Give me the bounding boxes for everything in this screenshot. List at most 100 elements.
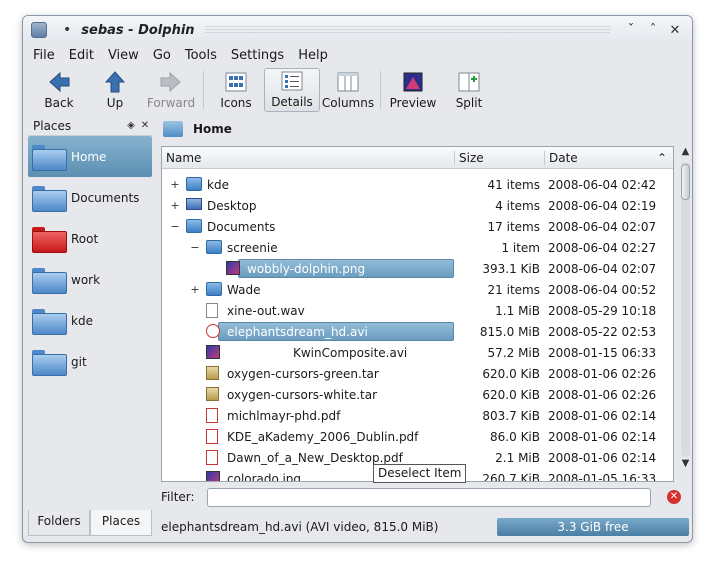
columns-view-button[interactable]: Columns	[320, 68, 376, 112]
up-arrow-icon	[104, 71, 126, 93]
menu-tools[interactable]: Tools	[185, 48, 217, 63]
file-list[interactable]: Name Size Date ⌃ + kde 41 items 2008-06-04 …	[161, 146, 674, 482]
name-cell[interactable]: michlmayr-phd.pdf	[162, 405, 454, 426]
menu-edit[interactable]: Edit	[69, 48, 94, 63]
name-cell[interactable]: KDE_aKademy_2006_Dublin.pdf	[162, 426, 454, 447]
name-cell[interactable]: + Wade	[162, 279, 454, 300]
details-view-button[interactable]: Details	[264, 68, 320, 112]
place-item-git[interactable]: git	[28, 341, 152, 382]
name-cell[interactable]: − screenie	[162, 237, 454, 258]
tab-folders[interactable]: Folders	[28, 510, 90, 536]
filter-input[interactable]	[207, 487, 651, 507]
size-cell: 815.0 MiB	[479, 324, 540, 339]
forward-label: Forward	[146, 96, 196, 110]
file-row[interactable]: + Desktop 4 items 2008-06-04 02:19	[162, 195, 673, 216]
icons-view-button[interactable]: Icons	[208, 68, 264, 112]
name-cell[interactable]: + kde	[162, 174, 454, 195]
file-name: colorado.jpg	[227, 471, 302, 482]
place-item-root[interactable]: Root	[28, 218, 152, 259]
menu-bar: File Edit View Go Tools Settings Help	[23, 44, 692, 66]
name-cell[interactable]: xine-out.wav	[162, 300, 454, 321]
place-item-work[interactable]: work	[28, 259, 152, 300]
file-row[interactable]: − Documents 17 items 2008-06-04 02:07	[162, 216, 673, 237]
place-item-home[interactable]: Home	[28, 136, 152, 177]
sticky-dot-icon[interactable]: •	[63, 22, 71, 38]
main-toolbar: Back Up Forward Icons Details Columns Pr…	[23, 68, 692, 114]
name-cell[interactable]: − Documents	[162, 216, 454, 237]
place-item-kde[interactable]: kde	[28, 300, 152, 341]
file-row[interactable]: michlmayr-phd.pdf 803.7 KiB 2008-01-06 02:…	[162, 405, 673, 426]
close-button[interactable]: ✕	[664, 23, 686, 38]
file-rows: + kde 41 items 2008-06-04 02:42 + Desktop 4 it…	[162, 174, 673, 482]
forward-button[interactable]: Forward	[143, 68, 199, 112]
name-cell[interactable]: elephantsdream_hd.avi	[162, 321, 454, 342]
file-name: michlmayr-phd.pdf	[227, 408, 341, 423]
file-row[interactable]: oxygen-cursors-white.tar 620.0 KiB 2008-01…	[162, 384, 673, 405]
menu-view[interactable]: View	[108, 48, 139, 63]
details-view-icon	[281, 70, 303, 92]
file-row[interactable]: wobbly-dolphin.png 393.1 KiB 2008-06-04 02…	[162, 258, 673, 279]
expand-icon[interactable]: +	[170, 178, 180, 191]
name-cell[interactable]: wobbly-dolphin.png	[162, 258, 454, 279]
breadcrumb[interactable]: Home	[161, 116, 689, 142]
name-cell[interactable]: oxygen-cursors-white.tar	[162, 384, 454, 405]
float-panel-icon[interactable]: ◈	[124, 120, 138, 131]
menu-go[interactable]: Go	[153, 48, 171, 63]
size-cell: 57.2 MiB	[487, 345, 540, 360]
folder-icon	[32, 226, 67, 253]
close-panel-icon[interactable]: ✕	[138, 120, 152, 131]
file-row[interactable]: + kde 41 items 2008-06-04 02:42	[162, 174, 673, 195]
name-column-header[interactable]: Name	[162, 151, 454, 165]
split-button[interactable]: Split	[441, 68, 497, 112]
breadcrumb-home[interactable]: Home	[193, 122, 232, 136]
date-cell: 2008-01-06 02:14	[548, 408, 657, 423]
scroll-track[interactable]	[681, 162, 690, 457]
minimize-button[interactable]: ˇ	[620, 23, 642, 38]
name-cell[interactable]: KwinComposite.avi	[162, 342, 454, 363]
clear-filter-icon[interactable]: ✕	[667, 490, 681, 504]
column-header: Name Size Date ⌃	[162, 147, 673, 169]
file-row[interactable]: elephantsdream_hd.avi 815.0 MiB 2008-05-22…	[162, 321, 673, 342]
size-column-header[interactable]: Size	[454, 150, 544, 165]
scroll-thumb[interactable]	[681, 164, 690, 200]
tab-places[interactable]: Places	[90, 510, 152, 536]
date-column-label: Date	[549, 150, 578, 165]
place-item-documents[interactable]: Documents	[28, 177, 152, 218]
desktop-icon	[186, 198, 202, 210]
name-cell[interactable]: oxygen-cursors-green.tar	[162, 363, 454, 384]
menu-settings[interactable]: Settings	[231, 48, 284, 63]
file-name: oxygen-cursors-green.tar	[227, 366, 379, 381]
file-row[interactable]: − screenie 1 item 2008-06-04 02:27	[162, 237, 673, 258]
back-button[interactable]: Back	[31, 68, 87, 112]
menu-file[interactable]: File	[33, 48, 55, 63]
menu-help[interactable]: Help	[298, 48, 328, 63]
places-panel: Places ◈ ✕ Home Documents Root work kde git	[28, 116, 152, 512]
file-name: Documents	[207, 219, 276, 234]
collapse-icon[interactable]: −	[190, 241, 200, 254]
file-name: Wade	[227, 282, 261, 297]
file-row[interactable]: + Wade 21 items 2008-06-04 00:52	[162, 279, 673, 300]
vertical-scrollbar[interactable]: ▲ ▼	[679, 146, 692, 482]
preview-label: Preview	[389, 96, 437, 110]
expand-icon[interactable]: +	[170, 199, 180, 212]
pdf-icon	[206, 408, 218, 423]
preview-button[interactable]: Preview	[385, 68, 441, 112]
up-button[interactable]: Up	[87, 68, 143, 112]
file-row[interactable]: KDE_aKademy_2006_Dublin.pdf 86.0 KiB 2008-…	[162, 426, 673, 447]
date-column-header[interactable]: Date ⌃	[544, 150, 673, 165]
file-row[interactable]: xine-out.wav 1.1 MiB 2008-05-29 10:18	[162, 300, 673, 321]
split-label: Split	[455, 96, 483, 110]
scroll-up-icon[interactable]: ▲	[679, 146, 692, 160]
expand-icon[interactable]: +	[190, 283, 200, 296]
file-row[interactable]: oxygen-cursors-green.tar 620.0 KiB 2008-01…	[162, 363, 673, 384]
scroll-down-icon[interactable]: ▼	[679, 458, 692, 472]
title-bar[interactable]: • sebas - Dolphin ˇ ˆ ✕	[23, 16, 692, 44]
file-row[interactable]: KwinComposite.avi 57.2 MiB 2008-01-15 06:3…	[162, 342, 673, 363]
date-cell: 2008-01-06 02:26	[548, 366, 657, 381]
app-icon[interactable]	[31, 22, 47, 38]
name-cell[interactable]: + Desktop	[162, 195, 454, 216]
collapse-icon[interactable]: −	[170, 220, 180, 233]
place-label: work	[71, 272, 101, 287]
maximize-button[interactable]: ˆ	[642, 23, 664, 38]
folder-icon	[32, 349, 67, 376]
